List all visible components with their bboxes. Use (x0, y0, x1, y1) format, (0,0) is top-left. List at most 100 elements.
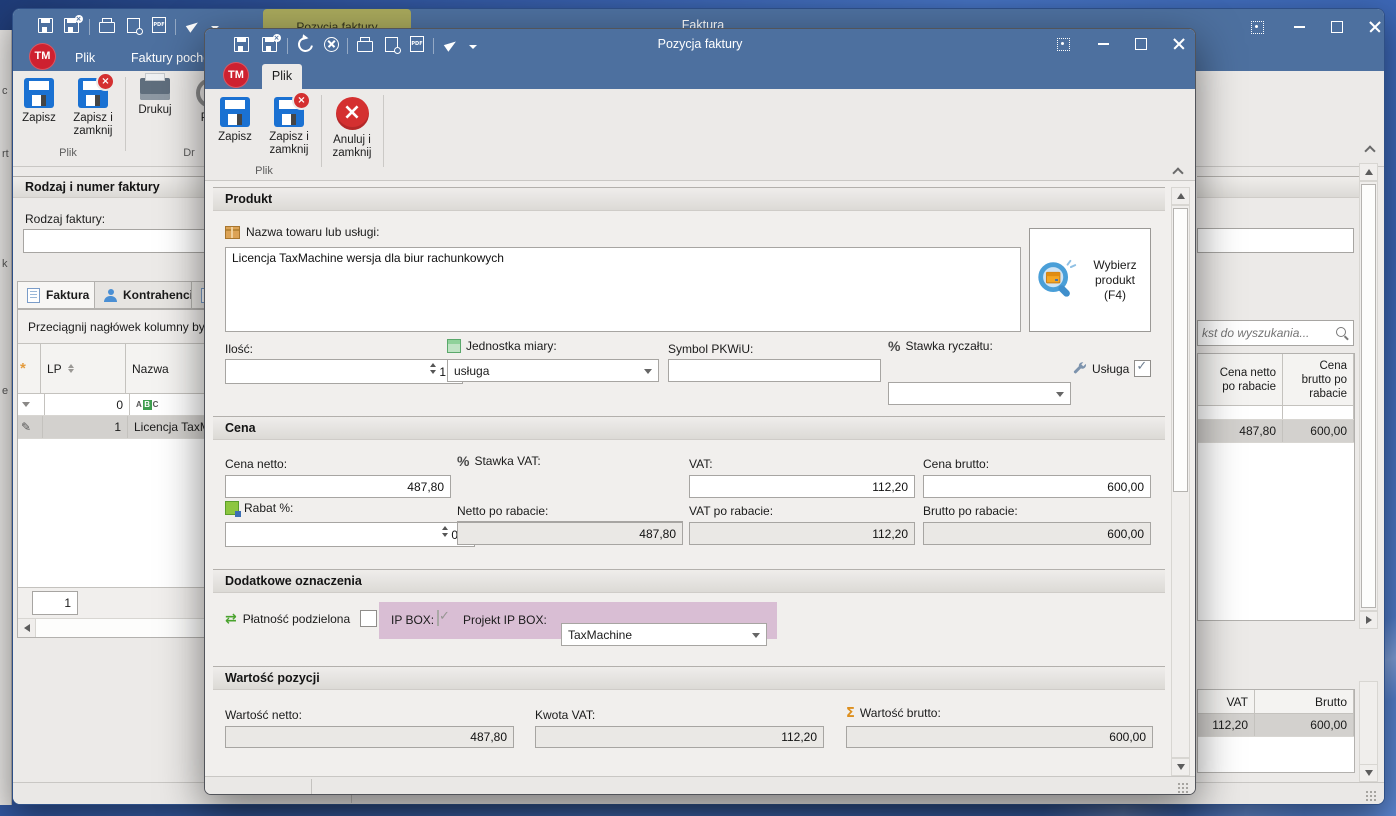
minimize-button[interactable] (1281, 16, 1317, 38)
dialog-scroll-thumb[interactable] (1173, 208, 1188, 492)
wartosc-netto-field (225, 726, 514, 748)
zapisz-i-zamknij-button[interactable]: Zapisz i zamknij (261, 95, 317, 157)
dialog-vertical-scrollbar[interactable] (1171, 205, 1190, 758)
anuluj-i-zamknij-label: Anuluj i zamknij (325, 134, 379, 160)
wybierz-produkt-label: Wybierz produkt (F4) (1084, 258, 1146, 303)
scroll-left-button[interactable] (18, 619, 36, 637)
save-close-icon[interactable] (61, 15, 81, 35)
tab-faktury-pochodne[interactable]: Faktury pocho (131, 51, 205, 65)
pdf-icon[interactable] (149, 15, 169, 35)
pkwiu-input[interactable] (668, 359, 881, 382)
projekt-ipbox-combobox[interactable]: TaxMachine (561, 623, 767, 646)
vertical-scrollbar[interactable] (1359, 181, 1378, 611)
app-logo[interactable]: TM (29, 43, 56, 70)
filter-lp-cell[interactable]: 0 (45, 394, 130, 415)
rabat-stepper[interactable] (442, 526, 448, 537)
vertical-scroll-thumb[interactable] (1361, 184, 1376, 608)
search-icon[interactable] (1336, 327, 1349, 340)
save-icon[interactable] (35, 15, 55, 35)
row-indicator-header (18, 344, 41, 393)
save-icon (24, 78, 54, 108)
zapisz-label: Zapisz (22, 112, 56, 125)
usluga-checkbox[interactable] (1134, 360, 1151, 377)
scroll-up-button[interactable] (1359, 163, 1378, 181)
close-button[interactable] (1357, 16, 1385, 38)
summary-row[interactable]: 112,20 600,00 (1198, 714, 1354, 737)
ryczalt-label: Stawka ryczałtu: (905, 339, 992, 353)
send-icon[interactable] (183, 16, 203, 36)
print-icon[interactable] (97, 15, 117, 35)
search-input[interactable] (1198, 326, 1336, 340)
maximize-button[interactable] (1123, 33, 1159, 55)
cena-brutto-input[interactable] (923, 475, 1151, 498)
focus-mode-button[interactable] (1239, 16, 1275, 38)
summary-header: VAT Brutto (1198, 690, 1354, 714)
tab-plik[interactable]: Plik (262, 64, 302, 89)
scroll-down-button[interactable] (1171, 758, 1190, 776)
product-name-textarea[interactable]: Licencja TaxMachine wersja dla biur rach… (225, 247, 1021, 332)
zapisz-i-zamknij-button[interactable]: Zapisz i zamknij (65, 76, 121, 138)
invoice-item-dialog: Pozycja faktury TM Plik Zapisz Zapisz i … (204, 28, 1196, 795)
tab-kontrahenci-label: Kontrahenci (123, 288, 193, 302)
kwota-vat-label: Kwota VAT: (535, 708, 595, 722)
platnosc-podzielona-checkbox[interactable] (360, 610, 377, 627)
platnosc-podzielona-row: Płatność podzielona (225, 610, 377, 627)
search-box[interactable] (1197, 320, 1354, 346)
column-header-brutto[interactable]: Brutto (1255, 690, 1354, 713)
maximize-button[interactable] (1319, 16, 1355, 38)
anuluj-i-zamknij-button[interactable]: Anuluj i zamknij (325, 95, 379, 160)
zapisz-button[interactable]: Zapisz (15, 76, 63, 125)
app-logo[interactable]: TM (223, 62, 249, 88)
scroll-up-button[interactable] (1171, 187, 1190, 205)
pkwiu-label: Symbol PKWiU: (668, 342, 753, 356)
vat-po-rabacie-label: VAT po rabacie: (689, 504, 773, 518)
kwota-vat-field (535, 726, 824, 748)
ipbox-checkbox[interactable] (437, 610, 439, 626)
scroll-right-button[interactable] (1359, 611, 1378, 629)
quantity-stepper[interactable] (430, 363, 436, 374)
vertical-scrollbar-lower[interactable] (1359, 681, 1378, 765)
right-filter-row[interactable] (1198, 406, 1354, 420)
section-header-produkt: Produkt (213, 187, 1165, 211)
cena-netto-input[interactable] (225, 475, 451, 498)
print-preview-icon[interactable] (123, 15, 143, 35)
tab-plik[interactable]: Plik (75, 51, 95, 65)
ryczalt-combobox[interactable] (888, 382, 1071, 405)
resize-grip-icon[interactable] (1177, 782, 1189, 794)
dialog-titlebar: Pozycja faktury (205, 29, 1195, 60)
edge-text-fragment: e v (2, 385, 12, 397)
right-grid-row[interactable]: 487,80 600,00 (1198, 420, 1354, 443)
column-header-lp[interactable]: LP (41, 344, 126, 393)
focus-mode-button[interactable] (1045, 33, 1081, 55)
summary-brutto-cell: 600,00 (1255, 714, 1354, 736)
tab-kontrahenci[interactable]: Kontrahenci (94, 281, 203, 309)
vat-po-rabacie-field (689, 522, 915, 545)
abc-filter-icon (136, 400, 158, 410)
column-header-cena-brutto[interactable]: Cena brutto po rabacie (1283, 354, 1354, 405)
wybierz-produkt-button[interactable]: Wybierz produkt (F4) (1029, 228, 1151, 332)
column-header-vat[interactable]: VAT (1198, 690, 1255, 713)
scroll-down-button[interactable] (1359, 764, 1378, 782)
zapisz-label: Zapisz (218, 131, 252, 144)
right-panel-input[interactable] (1197, 228, 1354, 253)
tab-faktura[interactable]: Faktura (17, 281, 99, 309)
stawka-vat-label: Stawka VAT: (474, 454, 540, 468)
vat-input[interactable] (689, 475, 915, 498)
close-button[interactable] (1161, 33, 1196, 55)
ribbon-group-plik: Plik (211, 165, 317, 177)
rodzaj-faktury-label: Rodzaj faktury: (25, 212, 105, 226)
rabat-label-row: Rabat %: (225, 501, 293, 515)
save-close-icon (274, 97, 304, 127)
filter-cell (1198, 406, 1283, 419)
minimize-button[interactable] (1085, 33, 1121, 55)
cena-netto-cell: 487,80 (1198, 420, 1283, 442)
column-header-cena-netto[interactable]: Cena netto po rabacie (1198, 354, 1283, 405)
rabat-input[interactable] (225, 522, 475, 547)
sum-icon (846, 707, 855, 720)
quantity-input[interactable] (225, 359, 463, 384)
unit-combobox[interactable]: usługa (447, 359, 659, 382)
resize-grip-icon[interactable] (1365, 790, 1377, 802)
drukuj-button[interactable]: Drukuj (129, 76, 181, 117)
zapisz-button[interactable]: Zapisz (211, 95, 259, 144)
rabat-label: Rabat %: (244, 501, 293, 515)
